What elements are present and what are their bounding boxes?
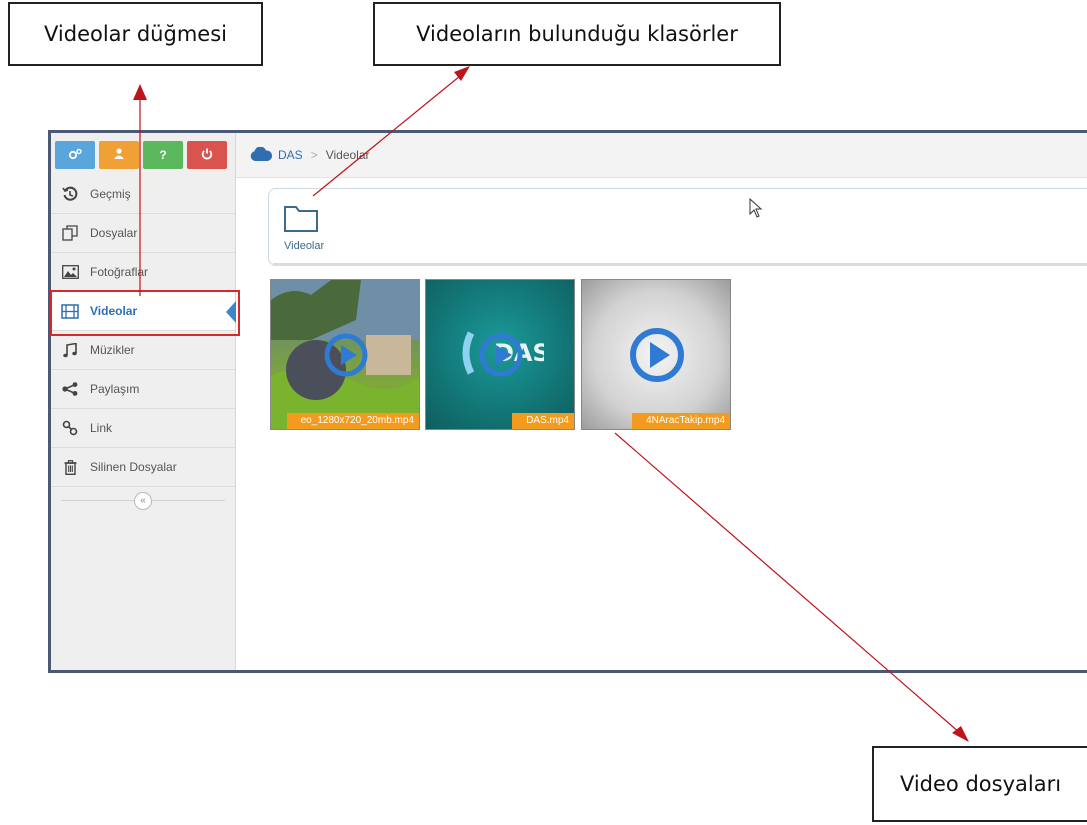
play-icon <box>479 333 523 382</box>
sidebar-item-link[interactable]: Link <box>51 409 235 448</box>
settings-button[interactable] <box>55 141 95 169</box>
trash-icon <box>61 459 79 475</box>
sidebar-item-label: Müzikler <box>90 343 135 357</box>
music-icon <box>61 342 79 358</box>
play-icon <box>324 333 368 382</box>
help-icon: ? <box>159 148 167 162</box>
callout-video-files: Video dosyaları <box>872 746 1087 822</box>
callout-text: Videoların bulunduğu klasörler <box>416 22 738 46</box>
main-content: DAS > Videolar Videolar eo_1280x720_20mb… <box>236 133 1087 670</box>
sidebar-item-music[interactable]: Müzikler <box>51 331 235 370</box>
video-thumbnail[interactable]: eo_1280x720_20mb.mp4 <box>270 279 420 430</box>
sidebar-item-label: Geçmiş <box>90 187 131 201</box>
folder-bar: Videolar <box>268 188 1087 266</box>
user-button[interactable] <box>99 141 139 169</box>
link-icon <box>61 420 79 436</box>
sidebar-item-share[interactable]: Paylaşım <box>51 370 235 409</box>
history-icon <box>61 186 79 202</box>
video-thumbnail[interactable]: 4NAracTakip.mp4 <box>581 279 731 430</box>
user-icon <box>114 148 124 162</box>
mouse-cursor-icon <box>749 197 763 223</box>
top-button-bar: ? <box>55 141 227 169</box>
video-file-name: eo_1280x720_20mb.mp4 <box>286 413 419 429</box>
sidebar-item-label: Dosyalar <box>90 226 138 240</box>
cloud-icon <box>250 146 273 164</box>
play-icon <box>629 327 685 388</box>
folder-icon <box>283 206 319 237</box>
sidebar-item-deleted-files[interactable]: Silinen Dosyalar <box>51 448 235 487</box>
callout-text: Video dosyaları <box>899 772 1062 796</box>
app-window: ? Geçmiş Dosyalar Fotoğraflar Videolar M… <box>48 130 1087 673</box>
breadcrumb-separator: > <box>310 148 318 162</box>
breadcrumb: DAS > Videolar <box>236 133 1087 178</box>
collapse-row: « <box>51 487 235 514</box>
help-button[interactable]: ? <box>143 141 183 169</box>
callout-videos-button: Videolar düğmesi <box>8 2 263 66</box>
breadcrumb-home[interactable]: DAS <box>278 148 303 162</box>
arrow-head <box>454 66 470 81</box>
video-file-name: DAS.mp4 <box>512 413 574 429</box>
callout-text: Videolar düğmesi <box>44 22 227 46</box>
sidebar-item-photos[interactable]: Fotoğraflar <box>51 253 235 292</box>
folder-label[interactable]: Videolar <box>284 240 324 252</box>
breadcrumb-current: Videolar <box>325 148 370 162</box>
sidebar: ? Geçmiş Dosyalar Fotoğraflar Videolar M… <box>51 133 236 670</box>
share-icon <box>61 381 79 397</box>
settings-icon <box>68 148 82 163</box>
folder-item[interactable] <box>283 203 319 238</box>
photo-icon <box>61 264 79 280</box>
sidebar-nav: Geçmiş Dosyalar Fotoğraflar Videolar Müz… <box>51 175 236 514</box>
sidebar-item-label: Silinen Dosyalar <box>90 460 177 474</box>
collapse-sidebar-button[interactable]: « <box>134 491 152 510</box>
video-thumbnail[interactable]: DAS DAS.mp4 <box>425 279 575 430</box>
folder-bar-underline <box>273 263 1087 266</box>
power-button[interactable] <box>187 141 227 169</box>
sidebar-item-files[interactable]: Dosyalar <box>51 214 235 253</box>
callout-folders: Videoların bulunduğu klasörler <box>373 2 781 66</box>
arrow-head <box>952 726 969 742</box>
highlight-box <box>50 290 240 336</box>
sidebar-item-history[interactable]: Geçmiş <box>51 175 235 214</box>
video-file-name: 4NAracTakip.mp4 <box>632 413 730 429</box>
sidebar-item-label: Paylaşım <box>90 382 140 396</box>
files-icon <box>61 225 79 241</box>
power-icon <box>201 148 213 163</box>
double-chevron-left-icon: « <box>140 495 146 506</box>
sidebar-item-label: Link <box>90 421 113 435</box>
arrow-head <box>133 84 147 100</box>
sidebar-item-label: Fotoğraflar <box>90 265 149 279</box>
